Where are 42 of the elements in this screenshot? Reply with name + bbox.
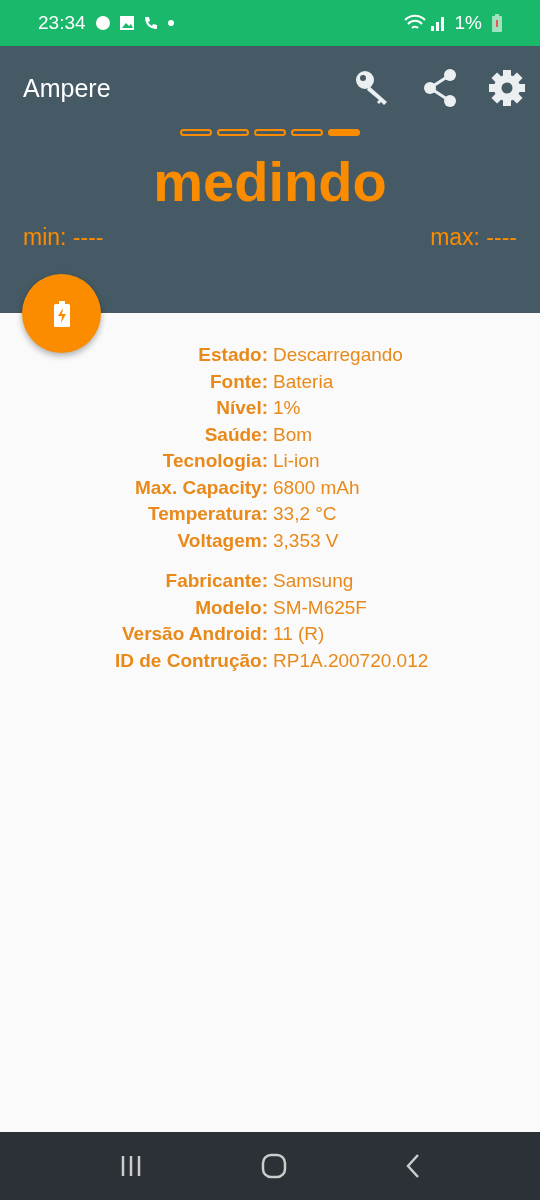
image-icon	[119, 16, 134, 30]
info-value: Samsung	[273, 569, 355, 593]
info-value: 1%	[273, 396, 302, 420]
info-label: Saúde:	[203, 422, 268, 447]
min-reading: min: ----	[23, 224, 104, 251]
max-reading: max: ----	[430, 224, 517, 251]
info-value: 6800 mAh	[273, 475, 361, 500]
info-value: RP1A.200720.012	[273, 648, 430, 673]
settings-icon[interactable]	[488, 69, 526, 107]
info-label: Voltagem:	[176, 528, 268, 553]
back-icon[interactable]	[405, 1153, 421, 1179]
battery-fab[interactable]	[22, 274, 101, 353]
info-value: 33,2 °C	[273, 502, 338, 526]
signal-icon	[402, 14, 445, 32]
info-value: Bateria	[273, 369, 335, 394]
info-value: Descarregando	[273, 343, 404, 367]
status-time: 23:34	[38, 12, 86, 34]
info-value: SM-M625F	[273, 595, 368, 620]
app-title: Ampere	[23, 73, 111, 103]
battery-percent: 1%	[454, 12, 482, 34]
info-label: Versão Android:	[120, 622, 268, 646]
home-icon[interactable]	[261, 1153, 287, 1179]
battery-charging-icon	[53, 300, 70, 327]
info-value: Li-ion	[273, 449, 321, 473]
measuring-status: medindo	[152, 150, 388, 214]
info-label: Fonte:	[208, 369, 268, 394]
info-label: Modelo:	[194, 595, 268, 620]
info-value: 3,353 V	[273, 528, 340, 553]
phone-icon	[143, 16, 158, 30]
battery-icon	[492, 14, 502, 32]
info-label: Tecnologia:	[161, 449, 268, 473]
info-label: ID de Contrução:	[113, 648, 268, 673]
info-value: 11 (R)	[273, 622, 326, 646]
info-label: Fabricante:	[164, 569, 268, 593]
dot-icon	[167, 20, 174, 26]
recents-icon[interactable]	[119, 1154, 143, 1178]
info-label: Max. Capacity:	[133, 475, 268, 500]
info-label: Estado:	[197, 343, 268, 367]
share-icon[interactable]	[422, 69, 458, 107]
info-label: Temperatura:	[147, 502, 268, 526]
info-value: Bom	[273, 422, 314, 447]
info-label: Nível:	[215, 396, 268, 420]
